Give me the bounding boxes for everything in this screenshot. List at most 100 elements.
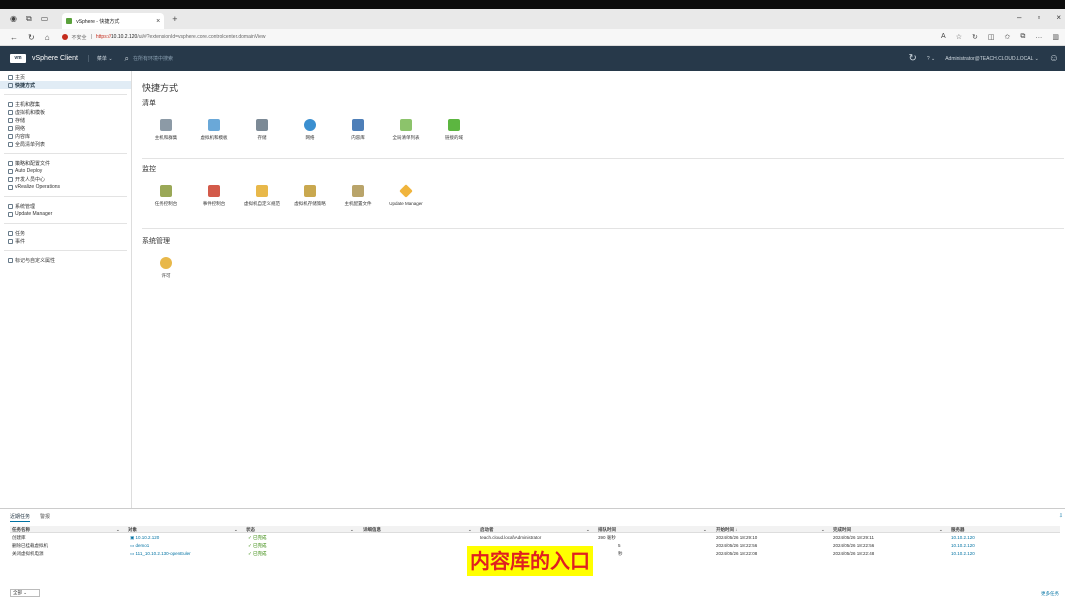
col-sort-icon[interactable]: ⌄ [350,527,354,533]
tile-content-library[interactable]: 内容库 [334,119,382,140]
sidebar-item-update-manager[interactable]: Update Manager [0,210,131,218]
app-name[interactable]: vSphere Client [32,55,78,62]
col-sort-icon[interactable]: ⌄ [586,527,590,533]
task-object[interactable]: ▭ demo1 [130,543,149,549]
url-scheme: https:// [95,34,111,40]
split-screen-icon[interactable]: ◫ [988,33,995,41]
sidebar-item-auto-deploy[interactable]: Auto Deploy [0,167,131,175]
more-icon[interactable]: … [1035,33,1042,41]
sidebar-item-storage[interactable]: 存储 [0,116,131,124]
favorites-icon[interactable]: ✩ [1005,33,1011,41]
task-server[interactable]: 10.10.2.120 [951,543,975,548]
collections-icon[interactable]: ⧉ [1020,33,1025,41]
tab-actions-icon[interactable]: ▭ [41,14,49,24]
tile-network[interactable]: 网络 [286,119,334,140]
sidebar-item-events[interactable]: 事件 [0,237,131,245]
sidebar-item-tasks[interactable]: 任务 [0,229,131,237]
tile-licensing[interactable]: 许可 [142,257,190,278]
sidebar-item-vms-templates[interactable]: 虚拟机和模板 [0,108,131,116]
col-sort-icon[interactable]: ⌄ [821,527,825,533]
col-sort-icon[interactable]: ⌄ [939,527,943,533]
profile-icon[interactable]: ◉ [10,14,17,24]
tab-recent-tasks[interactable]: 近期任务 [10,513,31,522]
col-sort-icon[interactable]: ⌄ [703,527,707,533]
col-sort-icon[interactable]: ⌄ [116,527,120,533]
sidebar-item-content-library[interactable]: 内容库 [0,132,131,140]
sidebar-item-vrealize[interactable]: vRealize Operations [0,183,131,191]
refresh-extension-icon[interactable]: ↻ [972,33,978,41]
search-box[interactable]: ⌕ 在所有环境中搜索 [125,54,174,64]
refresh-icon[interactable]: ↻ [908,53,916,64]
new-tab-icon[interactable]: + [172,14,177,24]
filter-value: 全部 [13,590,22,595]
user-menu[interactable]: Administrator@TEACH.CLOUD.LOCAL ⌄ [945,56,1039,62]
shortcuts-icon [8,82,13,88]
collapse-panel-icon[interactable]: ⇩ [1059,513,1063,519]
tile-vms-templates[interactable]: 虚拟机和模板 [190,119,238,140]
workspaces-icon[interactable]: ⧉ [26,14,32,24]
tab-alarms[interactable]: 警报 [40,513,50,522]
tile-event-console[interactable]: 事件控制台 [190,185,238,206]
task-status: ✓ 已完成 [248,543,267,549]
more-tasks-link[interactable]: 更多任务 [1041,591,1059,597]
feedback-icon[interactable]: ☺ [1049,53,1059,64]
browser-tab[interactable]: vSphere - 快捷方式 × [62,13,165,29]
task-end: 2024/05/26 18:22:56 [833,543,875,548]
task-filter-select[interactable]: 全部 ⌄ [10,589,40,597]
home-icon[interactable]: ⌂ [45,33,50,42]
sidebar-item-hosts-clusters[interactable]: 主机和群集 [0,100,131,108]
task-object[interactable]: ▣ 10.10.2.120 [130,535,159,541]
col-queued[interactable]: 排队时间 [598,527,616,533]
help-icon[interactable]: ? ⌄ [927,56,935,62]
task-server[interactable]: 10.10.2.120 [951,551,975,556]
tile-storage[interactable]: 存储 [238,119,286,140]
tile-vm-customization[interactable]: 虚拟机自定义规范 [238,185,286,206]
col-initiator[interactable]: 启动者 [480,527,494,533]
favorite-star-icon[interactable]: ☆ [956,33,962,41]
col-object[interactable]: 对象 [128,527,137,533]
back-icon[interactable]: ← [10,33,18,42]
sidebar-item-policies[interactable]: 策略和配置文件 [0,159,131,167]
close-window-icon[interactable]: × [1056,13,1061,22]
tile-label: Update Manager [389,201,423,206]
tile-linked-domains[interactable]: 链接的域 [430,119,478,140]
tile-update-manager[interactable]: Update Manager [382,184,430,206]
tile-task-console[interactable]: 任务控制台 [142,185,190,206]
sidebar-toggle-icon[interactable]: ▥ [1052,33,1059,41]
sidebar-item-developer-center[interactable]: 开发人员中心 [0,175,131,183]
update-manager-icon [8,211,13,217]
not-secure-label: 不安全 [71,34,87,41]
col-task-name[interactable]: 任务名称 [12,527,30,533]
object-label: 111_10.10.2.130-openEuler [135,551,191,556]
refresh-icon[interactable]: ↻ [28,33,35,42]
tile-vm-storage-policy[interactable]: 虚拟机存储策略 [286,185,334,206]
tile-host-profiles[interactable]: 主机配置文件 [334,185,382,206]
sidebar-item-network[interactable]: 网络 [0,124,131,132]
close-tab-icon[interactable]: × [156,18,160,25]
tile-hosts-clusters[interactable]: 主机和群集 [142,119,190,140]
tile-global-inventory[interactable]: 全局清单列表 [382,119,430,140]
sidebar-item-shortcuts[interactable]: 快捷方式 [0,81,131,89]
task-object[interactable]: ▭ 111_10.10.2.130-openEuler [130,551,191,557]
task-start: 2024/05/26 18:29:10 [716,535,758,540]
read-aloud-icon[interactable]: A [941,33,946,41]
sidebar-item-administration[interactable]: 系统管理 [0,202,131,210]
url-field[interactable]: 不安全 | https://10.10.2.120/ui/#?extension… [61,34,266,41]
col-start[interactable]: 开始时间 ↓ [716,527,738,533]
minimize-icon[interactable]: – [1017,13,1021,22]
task-server[interactable]: 10.10.2.120 [951,535,975,540]
menu-button[interactable]: 菜单 ⌄ [87,55,113,62]
sidebar-item-tags[interactable]: 标记与自定义属性 [0,256,131,264]
col-end[interactable]: 完成时间 [833,527,851,533]
col-details[interactable]: 详细信息 [363,527,381,533]
col-server[interactable]: 服务器 [951,527,965,533]
task-queued: 390 毫秒 [598,535,616,540]
table-row[interactable]: 创建库 ▣ 10.10.2.120 ✓ 已完成 teach.cloud.loca… [10,534,1060,542]
sidebar-item-home[interactable]: 主页 [0,73,131,81]
col-sort-icon[interactable]: ⌄ [468,527,472,533]
sidebar-item-global-inventory[interactable]: 全局清单列表 [0,140,131,148]
monitor-section-title: 监控 [142,166,156,173]
col-sort-icon[interactable]: ⌄ [234,527,238,533]
col-status[interactable]: 状态 [246,527,255,533]
maximize-icon[interactable]: ▫ [1037,13,1040,22]
